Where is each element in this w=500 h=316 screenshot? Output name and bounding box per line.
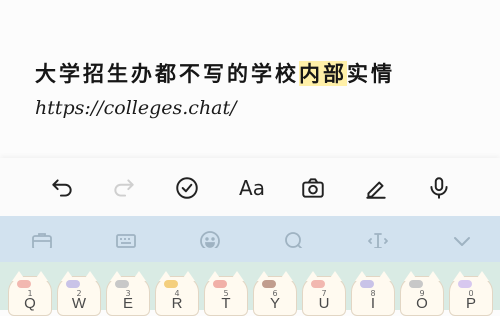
key-letter: Q	[24, 295, 36, 312]
cat-ear	[181, 271, 195, 281]
key-u[interactable]: 7U	[302, 271, 346, 316]
cat-ear	[83, 271, 97, 281]
cat-spot	[311, 280, 325, 288]
key-letter: I	[370, 295, 376, 312]
key-letter: P	[465, 295, 476, 312]
undo-icon[interactable]	[48, 174, 76, 202]
cat-ear	[475, 271, 489, 281]
key-i[interactable]: 8I	[351, 271, 395, 316]
note-editor[interactable]: 大学招生办都不写的学校内部实情 https://colleges.chat/	[0, 0, 500, 158]
key-q[interactable]: 1Q	[8, 271, 52, 316]
cat-ear	[132, 271, 146, 281]
cat-ear	[279, 271, 293, 281]
editor-toolbar: Aa	[0, 158, 500, 216]
cat-spot	[409, 280, 423, 288]
keyboard-keys: 1Q 2W 3E 4R 5T 6Y 7U 8I 9O 0 P	[0, 262, 500, 316]
text-format-label: Aa	[239, 176, 265, 200]
pen-icon[interactable]	[362, 174, 390, 202]
cat-ear	[328, 271, 342, 281]
cat-ear	[34, 271, 48, 281]
text-format-button[interactable]: Aa	[236, 174, 268, 202]
key-w[interactable]: 2W	[57, 271, 101, 316]
key-letter: T	[221, 295, 231, 312]
checkmark-circle-icon[interactable]	[173, 174, 201, 202]
title-text: 大学招生办都不写的学校	[35, 61, 299, 86]
key-y[interactable]: 6Y	[253, 271, 297, 316]
key-letter: O	[416, 295, 428, 312]
note-url-text[interactable]: https://colleges.chat/	[35, 97, 237, 119]
cat-spot	[17, 280, 31, 288]
key-letter: W	[71, 295, 87, 312]
cat-spot	[360, 280, 374, 288]
key-letter: R	[171, 295, 183, 312]
key-t[interactable]: 5T	[204, 271, 248, 316]
key-p[interactable]: 0P	[449, 271, 493, 316]
key-r[interactable]: 4R	[155, 271, 199, 316]
key-letter: Y	[269, 295, 280, 312]
note-title[interactable]: 大学招生办都不写的学校内部实情	[35, 58, 395, 88]
cat-spot	[115, 280, 129, 288]
key-letter: E	[122, 295, 133, 312]
cat-spot	[66, 280, 80, 288]
cat-ear	[377, 271, 391, 281]
cat-ear	[426, 271, 440, 281]
cat-spot	[164, 280, 178, 288]
key-e[interactable]: 3E	[106, 271, 150, 316]
cat-spot	[213, 280, 227, 288]
camera-icon[interactable]	[299, 174, 327, 202]
cat-ear	[230, 271, 244, 281]
title-highlighted-text: 内部	[299, 61, 347, 86]
key-letter: U	[318, 295, 330, 312]
cat-spot	[458, 280, 472, 288]
microphone-icon[interactable]	[425, 174, 453, 202]
redo-icon[interactable]	[110, 174, 138, 202]
cat-spot	[262, 280, 276, 288]
title-text-end: 实情	[347, 61, 395, 86]
key-o[interactable]: 9O	[400, 271, 444, 316]
